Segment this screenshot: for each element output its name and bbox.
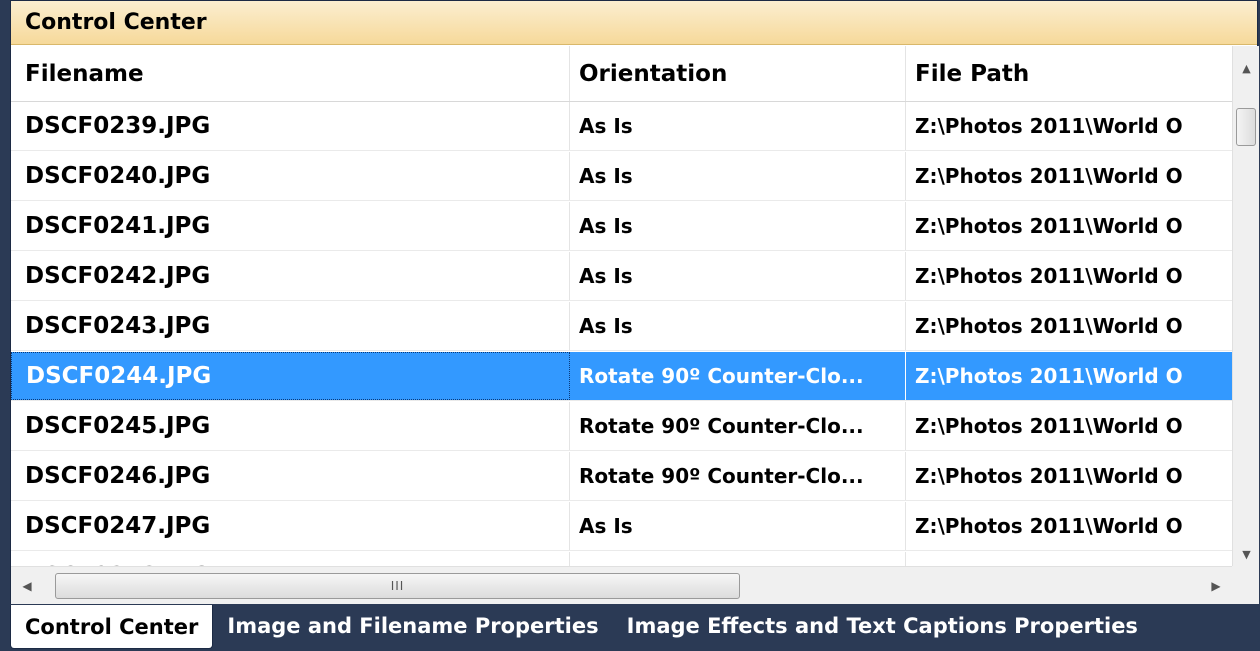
table-row[interactable]: DSCF0248.JPGRotate 90º Counter-Clo...Z:\…: [11, 552, 1232, 566]
cell-file-path: Z:\Photos 2011\World O: [915, 264, 1183, 288]
vertical-scrollbar[interactable]: ▲ ▼: [1232, 46, 1259, 566]
cell-file-path: Z:\Photos 2011\World O: [915, 414, 1183, 438]
bottom-tab-strip: Control Center Image and Filename Proper…: [10, 605, 1258, 651]
panel-title: Control Center: [11, 1, 1257, 45]
cell-orientation: As Is: [570, 202, 906, 250]
cell-filename: DSCF0246.JPG: [11, 452, 570, 500]
cell-orientation: Rotate 90º Counter-Clo...: [570, 352, 906, 400]
scroll-right-arrow-icon[interactable]: ▶: [1200, 567, 1232, 605]
column-header-filename[interactable]: Filename: [11, 46, 570, 101]
horizontal-scrollbar[interactable]: ◀ III ▶: [11, 566, 1232, 604]
cell-orientation: Rotate 90º Counter-Clo...: [570, 552, 906, 566]
table-row[interactable]: DSCF0247.JPG As Is Z:\Photos 2011\World O: [11, 502, 1232, 551]
cell-filename: DSCF0245.JPG: [11, 402, 570, 450]
cell-filename: DSCF0247.JPG: [11, 502, 570, 550]
grid-header: Filename Orientation File Path: [11, 46, 1232, 102]
table-row[interactable]: DSCF0245.JPG Rotate 90º Counter-Clo... Z:\…: [11, 402, 1232, 451]
table-row[interactable]: DSCF0239.JPG As Is Z:\Photos 2011\World O: [11, 102, 1232, 151]
cell-filename: DSCF0248.JPG: [11, 552, 570, 566]
scrollbar-corner: [1232, 566, 1259, 604]
cell-filename: DSCF0239.JPG: [11, 102, 570, 150]
cell-file-path: Z:\Photos 2011\World O: [915, 114, 1183, 138]
scroll-left-arrow-icon[interactable]: ◀: [11, 567, 43, 605]
cell-orientation: As Is: [570, 502, 906, 550]
vertical-scroll-thumb[interactable]: [1236, 108, 1256, 146]
table-row[interactable]: DSCF0244.JPG Rotate 90º Counter-Clo... Z:\…: [11, 352, 1232, 401]
cell-filename: DSCF0242.JPG: [11, 252, 570, 300]
cell-file-path: Z:\Photos 2011\World O: [906, 552, 1232, 566]
cell-orientation: As Is: [570, 102, 906, 150]
table-row[interactable]: DSCF0241.JPG As Is Z:\Photos 2011\World O: [11, 202, 1232, 251]
cell-file-path: Z:\Photos 2011\World O: [915, 364, 1183, 388]
cell-orientation: Rotate 90º Counter-Clo...: [570, 452, 906, 500]
scroll-grip-icon: III: [390, 579, 405, 593]
cell-filename: DSCF0243.JPG: [11, 302, 570, 350]
scroll-down-arrow-icon[interactable]: ▼: [1233, 542, 1260, 566]
column-header-file-path[interactable]: File Path: [906, 46, 1232, 101]
table-row[interactable]: DSCF0243.JPG As Is Z:\Photos 2011\World O: [11, 302, 1232, 351]
horizontal-scroll-thumb[interactable]: III: [55, 573, 740, 599]
cell-orientation: As Is: [570, 302, 906, 350]
table-row[interactable]: DSCF0246.JPG Rotate 90º Counter-Clo... Z:\…: [11, 452, 1232, 501]
file-grid[interactable]: Filename Orientation File Path DSCF0239.…: [11, 46, 1232, 566]
cell-orientation: Rotate 90º Counter-Clo...: [570, 402, 906, 450]
scroll-up-arrow-icon[interactable]: ▲: [1233, 56, 1260, 80]
tab-control-center[interactable]: Control Center: [10, 605, 214, 649]
cell-orientation: As Is: [570, 152, 906, 200]
cell-filename: DSCF0240.JPG: [11, 152, 570, 200]
cell-file-path: Z:\Photos 2011\World O: [915, 314, 1183, 338]
cell-file-path: Z:\Photos 2011\World O: [915, 214, 1183, 238]
cell-orientation: As Is: [570, 252, 906, 300]
column-header-orientation[interactable]: Orientation: [570, 46, 906, 101]
tab-image-and-filename-properties[interactable]: Image and Filename Properties: [213, 605, 612, 647]
cell-file-path: Z:\Photos 2011\World O: [915, 514, 1183, 538]
cell-filename: DSCF0241.JPG: [11, 202, 570, 250]
table-row[interactable]: DSCF0240.JPG As Is Z:\Photos 2011\World O: [11, 152, 1232, 201]
cell-file-path: Z:\Photos 2011\World O: [915, 164, 1183, 188]
control-center-panel: Control Center Filename Orientation File…: [10, 0, 1259, 604]
cell-filename: DSCF0244.JPG: [11, 352, 570, 400]
table-row[interactable]: DSCF0242.JPG As Is Z:\Photos 2011\World O: [11, 252, 1232, 301]
cell-file-path: Z:\Photos 2011\World O: [915, 464, 1183, 488]
tab-image-effects-and-text-captions-properties[interactable]: Image Effects and Text Captions Properti…: [613, 605, 1152, 647]
